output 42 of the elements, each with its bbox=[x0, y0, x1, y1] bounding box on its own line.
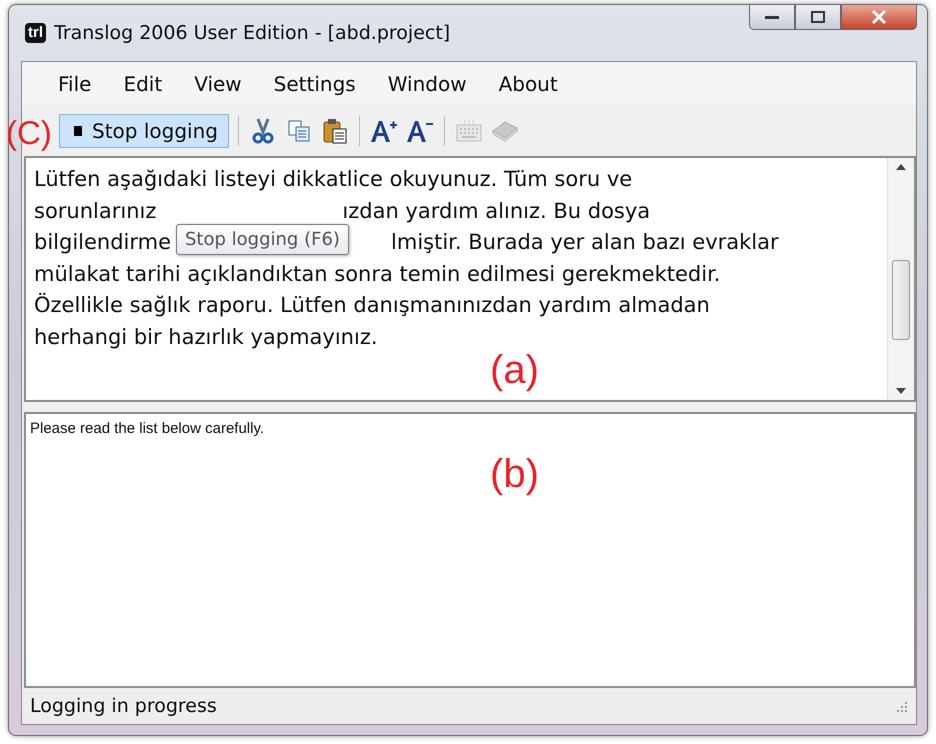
text-line: herhangi bir hazırlık yapmayınız. bbox=[34, 324, 378, 350]
keyboard-icon bbox=[456, 119, 482, 143]
font-increase-icon bbox=[370, 119, 398, 143]
maximize-icon bbox=[811, 11, 825, 23]
minimize-button[interactable] bbox=[749, 4, 795, 30]
scroll-down-icon[interactable] bbox=[896, 388, 906, 394]
clipboard-icon bbox=[322, 118, 348, 144]
text-line: ızdan yardım alınız. Bu dosya bbox=[342, 198, 650, 224]
menu-item[interactable]: Settings bbox=[258, 68, 372, 100]
minimize-icon bbox=[765, 14, 779, 20]
close-icon bbox=[871, 10, 887, 24]
book-icon bbox=[490, 119, 519, 143]
menu-item[interactable]: Window bbox=[372, 68, 483, 100]
menu-item[interactable]: File bbox=[42, 68, 108, 100]
annotation-label: (a) bbox=[490, 350, 539, 390]
close-button[interactable] bbox=[841, 4, 917, 30]
annotation-label: (b) bbox=[490, 454, 539, 494]
menu-item[interactable]: About bbox=[482, 68, 574, 100]
copy-icon bbox=[286, 119, 311, 143]
text-line: lmiştir. Burada yer alan bazı evraklar bbox=[391, 229, 779, 256]
text-line: mülakat tarihi açıklandıktan sonra temin edilmesi gerekmektedir. bbox=[34, 260, 720, 288]
tooltip: Stop logging (F6) bbox=[176, 224, 349, 255]
text-line: Özellikle sağlık raporu. Lütfen danışmanınızdan yardım almadan bbox=[34, 292, 710, 319]
scissors-icon bbox=[252, 118, 274, 144]
app-logo: trl bbox=[25, 23, 46, 43]
menu-item[interactable]: View bbox=[178, 68, 258, 100]
text-line: sorunlarınız bbox=[34, 198, 156, 224]
menu-item[interactable]: Edit bbox=[107, 68, 178, 100]
text-line: bilgilendirme bbox=[34, 229, 172, 256]
vertical-scrollbar[interactable] bbox=[887, 158, 914, 400]
resize-grip-icon[interactable] bbox=[894, 699, 908, 713]
font-decrease-icon bbox=[406, 119, 434, 143]
scrollbar-thumb[interactable] bbox=[892, 260, 910, 340]
window-title: Translog 2006 User Edition - [abd.project] bbox=[54, 22, 452, 44]
scroll-up-icon[interactable] bbox=[896, 164, 906, 170]
maximize-button[interactable] bbox=[795, 4, 841, 30]
typed-text: Please read the list below carefully. bbox=[30, 420, 264, 437]
text-line: Lütfen aşağıdaki listeyi dikkatlice okuyunuz. Tüm soru ve bbox=[34, 166, 632, 193]
stop-icon bbox=[74, 126, 82, 136]
stop-logging-button[interactable]: Stop logging bbox=[59, 114, 229, 148]
status-text: Logging in progress bbox=[30, 695, 217, 717]
source-text-pane[interactable] bbox=[24, 156, 916, 402]
